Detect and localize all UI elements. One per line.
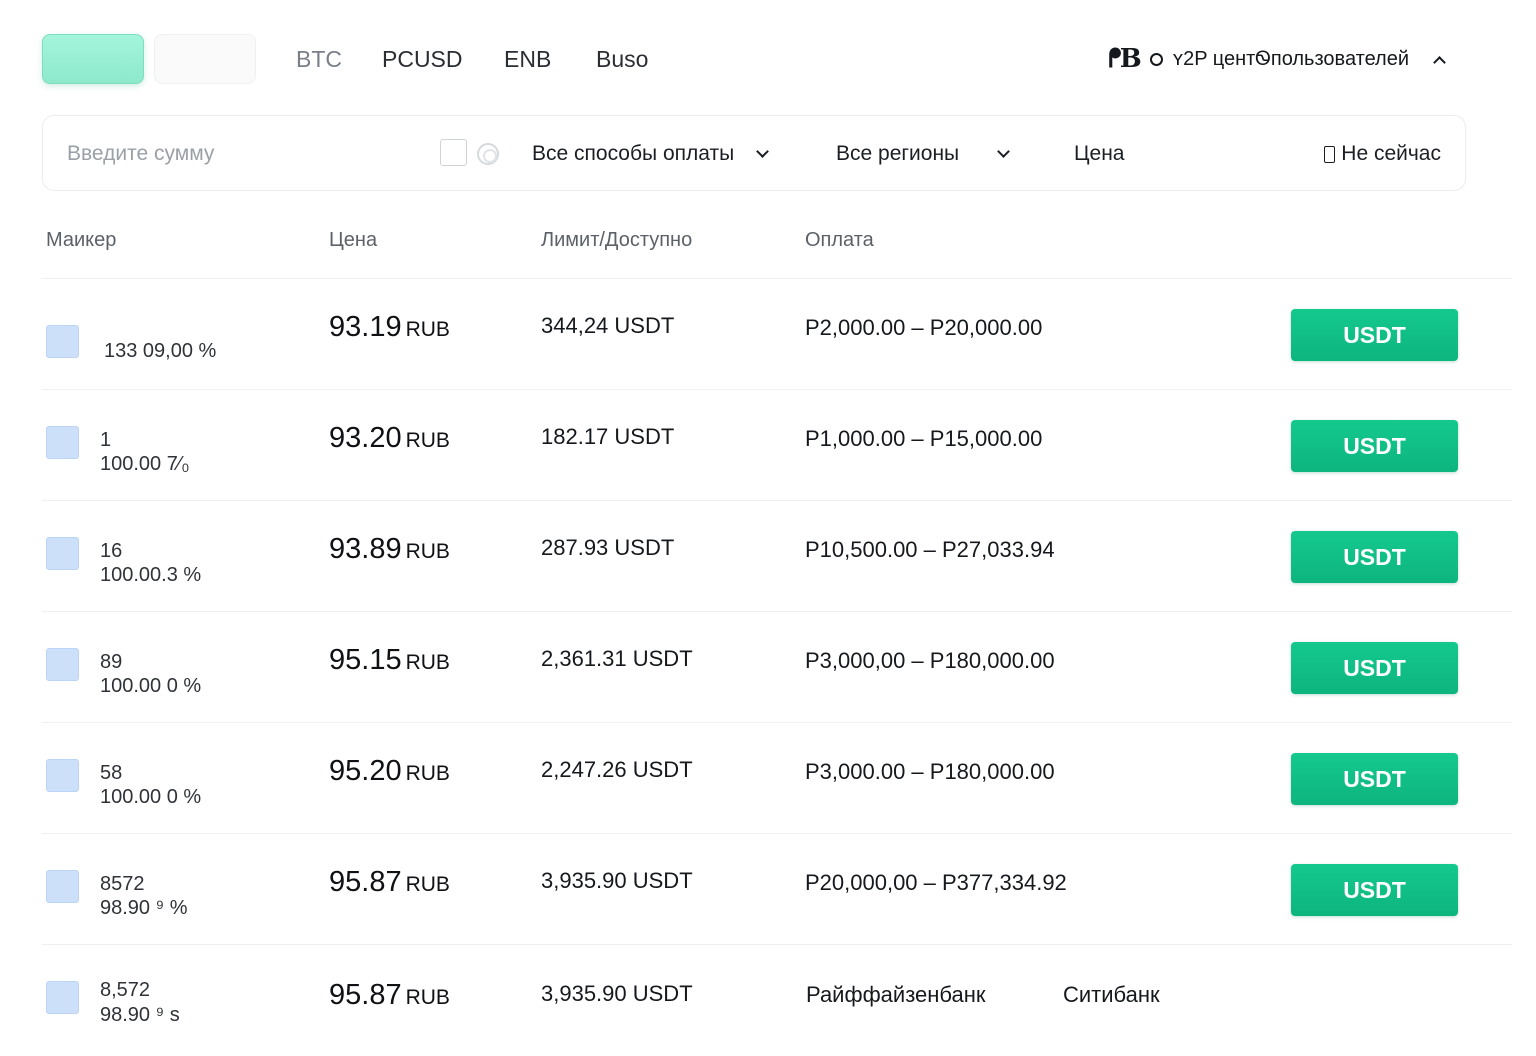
avatar[interactable] xyxy=(46,426,79,459)
limit-range: P3,000,00 – P180,000.00 xyxy=(805,648,1055,673)
buy-usdt-button[interactable]: USDT xyxy=(1291,531,1458,583)
limit-range: P1,000.00 – P15,000.00 xyxy=(805,426,1043,451)
table-row: 8572 98.90 ⁹ % 95.87 RUB 3,935.90 USDT P2… xyxy=(0,834,1536,945)
maker-completion-rate: 100.00.3 % xyxy=(100,564,202,586)
buy-toggle-button[interactable] xyxy=(42,34,144,84)
maker-orders: 1 xyxy=(100,429,112,451)
maker-completion-rate: 100.00 0 % xyxy=(100,675,202,697)
table-row: 58 100.00 0 % 95.20 RUB 2,247.26 USDT P3,… xyxy=(0,723,1536,834)
maker-orders: 16 xyxy=(100,540,123,562)
avatar[interactable] xyxy=(46,537,79,570)
header-maker: Маикер xyxy=(46,229,117,251)
buy-usdt-button[interactable]: USDT xyxy=(1291,642,1458,694)
header-price: Цена xyxy=(329,229,378,251)
region-dropdown[interactable]: Все регионы xyxy=(836,142,1011,166)
table-row: 1 100.00 7⁄₀ 93.20 RUB 182.17 USDT P1,000… xyxy=(0,390,1536,501)
user-center-label: ʏ2P центᏫпользователей xyxy=(1172,48,1409,70)
price-value: 93.19 RUB xyxy=(329,311,450,343)
available-amount: 344,24 USDT xyxy=(541,313,675,338)
maker-orders: 133 09,00 % xyxy=(104,340,217,362)
avatar[interactable] xyxy=(46,981,79,1014)
refresh-icon[interactable] xyxy=(477,143,499,165)
table-row: 8,572 98.90 ⁹ ѕ 95.87 RUB 3,935.90 USDT Р… xyxy=(0,945,1536,1056)
available-amount: 3,935.90 USDT xyxy=(541,868,693,893)
header-limit: Лимит/Доступно xyxy=(541,229,693,251)
table-row: 16 100.00.3 % 93.89 RUB 287.93 USDT P10,5… xyxy=(0,501,1536,612)
price-currency: RUB xyxy=(405,986,450,1009)
phone-icon xyxy=(1324,145,1336,163)
not-now-button[interactable]: Не сейчас xyxy=(1324,142,1441,166)
payment-method-dropdown[interactable]: Все способы оплаты xyxy=(532,142,770,166)
tab-pcusd[interactable]: PCUSD xyxy=(382,46,463,73)
buy-usdt-button[interactable]: USDT xyxy=(1291,864,1458,916)
header-payment: Оплата xyxy=(805,229,874,251)
tab-btc[interactable]: BTC xyxy=(296,46,342,73)
maker-completion-rate: 100.00 0 % xyxy=(100,786,202,808)
table-row: 133 09,00 % 93.19 RUB 344,24 USDT P2,000.… xyxy=(0,279,1536,390)
available-amount: 2,247.26 USDT xyxy=(541,757,693,782)
maker-orders: 89 xyxy=(100,651,123,673)
buy-usdt-button[interactable]: USDT xyxy=(1291,753,1458,805)
avatar[interactable] xyxy=(46,648,79,681)
price-currency: RUB xyxy=(405,762,450,785)
limit-range: P2,000.00 – P20,000.00 xyxy=(805,315,1043,340)
table-row: 89 100.00 0 % 95.15 RUB 2,361.31 USDT P3,… xyxy=(0,612,1536,723)
p2p-user-center-menu[interactable]: ᖰB ʏ2P центᏫпользователей xyxy=(1108,44,1446,75)
price-value: 93.20 RUB xyxy=(329,422,450,454)
buy-usdt-button[interactable]: USDT xyxy=(1291,420,1458,472)
payment-method-label: Все способы оплаты xyxy=(532,142,735,165)
maker-completion-rate: 100.00 7⁄₀ xyxy=(100,453,190,475)
top-bar: BTC PCUSD ENB Buso ᖰB ʏ2P центᏫпользоват… xyxy=(0,0,1536,110)
price-value: 95.87 RUB xyxy=(329,866,450,898)
price-currency: RUB xyxy=(405,651,450,674)
maker-orders: 8572 xyxy=(100,873,145,895)
available-amount: 3,935.90 USDT xyxy=(541,981,693,1006)
avatar[interactable] xyxy=(46,870,79,903)
payment-method-raiffeisen: Райффайзенбанк xyxy=(806,982,986,1007)
brand-logo: ᖰB xyxy=(1108,44,1141,74)
available-amount: 2,361.31 USDT xyxy=(541,646,693,671)
amount-checkbox[interactable] xyxy=(440,139,467,166)
maker-orders: 58 xyxy=(100,762,123,784)
price-value: 95.20 RUB xyxy=(329,755,450,787)
price-filter[interactable]: Цена xyxy=(1074,142,1125,166)
limit-range: P10,500.00 – P27,033.94 xyxy=(805,537,1055,562)
tab-enb[interactable]: ENB xyxy=(504,46,551,73)
price-value: 95.87 RUB xyxy=(329,979,450,1011)
price-value: 95.15 RUB xyxy=(329,644,450,676)
buy-usdt-button[interactable]: USDT xyxy=(1291,309,1458,361)
chevron-down-icon xyxy=(756,144,770,158)
limit-range: P20,000,00 – P377,334.92 xyxy=(805,870,1067,895)
region-label: Все регионы xyxy=(836,142,960,165)
table-header: Маикер Цена Лимит/Доступно Оплата xyxy=(0,225,1536,265)
avatar[interactable] xyxy=(46,759,79,792)
price-value: 93.89 RUB xyxy=(329,533,450,565)
chevron-up-icon xyxy=(1433,56,1446,69)
sell-toggle-button[interactable] xyxy=(154,34,256,84)
price-currency: RUB xyxy=(405,873,450,896)
maker-completion-rate: 98.90 ⁹ % xyxy=(100,897,188,919)
price-currency: RUB xyxy=(405,540,450,563)
tab-buso[interactable]: Buso xyxy=(596,46,648,73)
chevron-down-icon xyxy=(997,144,1011,158)
not-now-label: Не сейчас xyxy=(1341,142,1441,165)
payment-method-citibank: Ситибанк xyxy=(1063,982,1160,1007)
price-currency: RUB xyxy=(405,429,450,452)
avatar[interactable] xyxy=(46,325,79,358)
available-amount: 182.17 USDT xyxy=(541,424,675,449)
limit-range: P3,000.00 – P180,000.00 xyxy=(805,759,1055,784)
price-currency: RUB xyxy=(405,318,450,341)
maker-orders: 8,572 xyxy=(100,979,151,1001)
filter-bar: Все способы оплаты Все регионы Цена Не с… xyxy=(42,115,1466,191)
amount-input[interactable] xyxy=(65,134,425,174)
ring-icon xyxy=(1149,53,1163,66)
available-amount: 287.93 USDT xyxy=(541,535,675,560)
